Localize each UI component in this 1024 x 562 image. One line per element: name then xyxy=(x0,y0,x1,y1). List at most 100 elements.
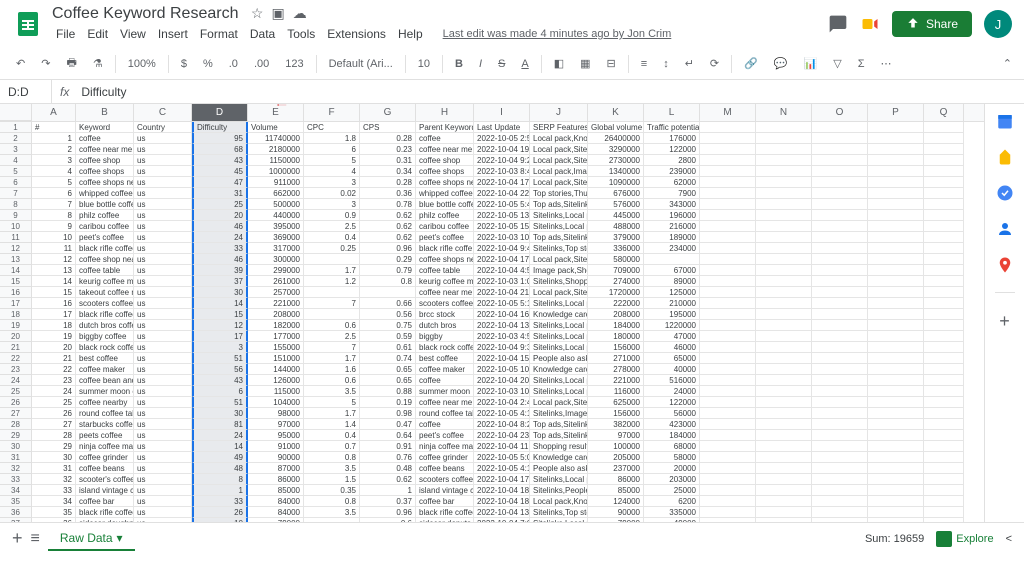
data-cell[interactable]: island vintage co xyxy=(416,485,474,496)
num-format-btn[interactable]: 123 xyxy=(281,56,307,72)
italic-btn[interactable]: I xyxy=(475,56,486,72)
data-cell[interactable]: coffee shop xyxy=(416,155,474,166)
empty-cell[interactable] xyxy=(700,276,756,287)
data-cell[interactable]: 0.29 xyxy=(360,254,416,265)
data-cell[interactable] xyxy=(304,309,360,320)
row-header[interactable]: 9 xyxy=(0,210,32,221)
empty-cell[interactable] xyxy=(868,287,924,298)
menu-format[interactable]: Format xyxy=(196,25,242,43)
row-header[interactable]: 17 xyxy=(0,298,32,309)
data-cell[interactable]: 0.4 xyxy=(304,430,360,441)
collapse-toolbar-icon[interactable]: ⌃ xyxy=(1003,57,1012,70)
data-cell[interactable]: Local pack,Imag xyxy=(530,166,588,177)
formula-input[interactable]: Difficulty xyxy=(77,85,1024,99)
data-cell[interactable]: us xyxy=(134,397,192,408)
data-cell[interactable]: 126000 xyxy=(248,375,304,386)
empty-cell[interactable] xyxy=(812,210,868,221)
data-cell[interactable]: 676000 xyxy=(588,188,644,199)
data-cell[interactable]: 2022-10-04 13:1 xyxy=(474,507,530,518)
data-cell[interactable]: 580000 xyxy=(588,254,644,265)
data-cell[interactable]: 25 xyxy=(192,199,248,210)
data-cell[interactable]: 1720000 xyxy=(588,287,644,298)
row-header[interactable]: 29 xyxy=(0,430,32,441)
menu-file[interactable]: File xyxy=(52,25,79,43)
empty-cell[interactable] xyxy=(700,210,756,221)
row-header[interactable]: 15 xyxy=(0,276,32,287)
data-cell[interactable]: Image pack,Sho xyxy=(530,265,588,276)
data-cell[interactable]: summer moon c xyxy=(76,386,134,397)
empty-cell[interactable] xyxy=(700,298,756,309)
data-cell[interactable]: 56000 xyxy=(644,408,700,419)
data-cell[interactable]: 203000 xyxy=(644,474,700,485)
empty-cell[interactable] xyxy=(812,496,868,507)
col-header-L[interactable]: L xyxy=(644,104,700,121)
percent-btn[interactable]: % xyxy=(199,56,217,72)
data-cell[interactable]: 0.64 xyxy=(360,430,416,441)
data-cell[interactable]: 278000 xyxy=(588,364,644,375)
data-cell[interactable]: 0.7 xyxy=(304,441,360,452)
data-cell[interactable]: 216000 xyxy=(644,221,700,232)
data-cell[interactable]: 31 xyxy=(32,463,76,474)
data-cell[interactable]: black rifle coffee xyxy=(76,243,134,254)
data-cell[interactable]: 85000 xyxy=(588,485,644,496)
empty-cell[interactable] xyxy=(868,397,924,408)
all-sheets-button[interactable]: ≡ xyxy=(31,530,40,548)
col-header-H[interactable]: H xyxy=(416,104,474,121)
empty-cell[interactable] xyxy=(868,188,924,199)
data-cell[interactable]: 33 xyxy=(192,496,248,507)
empty-cell[interactable] xyxy=(868,298,924,309)
data-cell[interactable]: 87000 xyxy=(248,463,304,474)
data-cell[interactable]: 13 xyxy=(32,265,76,276)
empty-cell[interactable] xyxy=(924,397,964,408)
row-header[interactable]: 35 xyxy=(0,496,32,507)
empty-cell[interactable] xyxy=(812,287,868,298)
data-cell[interactable]: us xyxy=(134,408,192,419)
data-cell[interactable]: 20 xyxy=(32,342,76,353)
data-cell[interactable]: 5 xyxy=(304,155,360,166)
data-cell[interactable] xyxy=(304,254,360,265)
data-cell[interactable]: whipped coffee xyxy=(416,188,474,199)
data-cell[interactable]: 0.8 xyxy=(304,452,360,463)
data-cell[interactable]: ninja coffee mak xyxy=(76,441,134,452)
empty-cell[interactable] xyxy=(924,485,964,496)
contacts-icon[interactable] xyxy=(996,220,1014,238)
menu-data[interactable]: Data xyxy=(246,25,279,43)
data-cell[interactable]: caribou coffee xyxy=(76,221,134,232)
empty-cell[interactable] xyxy=(812,353,868,364)
data-cell[interactable]: coffee shop xyxy=(76,155,134,166)
data-cell[interactable]: 221000 xyxy=(248,298,304,309)
data-cell[interactable]: 15 xyxy=(32,287,76,298)
data-cell[interactable]: Sitelinks,Top sto xyxy=(530,507,588,518)
data-cell[interactable]: 184000 xyxy=(588,320,644,331)
empty-cell[interactable] xyxy=(924,430,964,441)
data-cell[interactable]: 0.34 xyxy=(360,166,416,177)
data-cell[interactable]: 3.5 xyxy=(304,386,360,397)
data-cell[interactable]: 177000 xyxy=(248,331,304,342)
empty-cell[interactable] xyxy=(868,177,924,188)
dec-less-btn[interactable]: .0 xyxy=(225,56,242,72)
data-cell[interactable]: coffee shop nea xyxy=(76,254,134,265)
empty-cell[interactable] xyxy=(868,276,924,287)
data-cell[interactable]: 0.98 xyxy=(360,408,416,419)
row-header[interactable]: 22 xyxy=(0,353,32,364)
empty-cell[interactable] xyxy=(700,386,756,397)
data-cell[interactable]: 0.35 xyxy=(304,485,360,496)
data-cell[interactable]: 91000 xyxy=(248,441,304,452)
empty-cell[interactable] xyxy=(924,122,964,133)
data-cell[interactable]: 14 xyxy=(192,298,248,309)
col-header-E[interactable]: E xyxy=(248,104,304,121)
empty-cell[interactable] xyxy=(868,496,924,507)
empty-cell[interactable] xyxy=(700,430,756,441)
row-header[interactable]: 11 xyxy=(0,232,32,243)
data-cell[interactable]: 1220000 xyxy=(644,320,700,331)
empty-cell[interactable] xyxy=(924,452,964,463)
data-cell[interactable]: 86000 xyxy=(588,474,644,485)
data-cell[interactable]: 180000 xyxy=(588,331,644,342)
data-cell[interactable]: Sitelinks,Local p xyxy=(530,298,588,309)
empty-cell[interactable] xyxy=(700,199,756,210)
data-cell[interactable]: 0.96 xyxy=(360,243,416,254)
col-header-F[interactable]: F xyxy=(304,104,360,121)
data-cell[interactable]: 0.37 xyxy=(360,496,416,507)
data-cell[interactable]: 11 xyxy=(32,243,76,254)
data-cell[interactable]: 2022-10-05 13:5 xyxy=(474,210,530,221)
